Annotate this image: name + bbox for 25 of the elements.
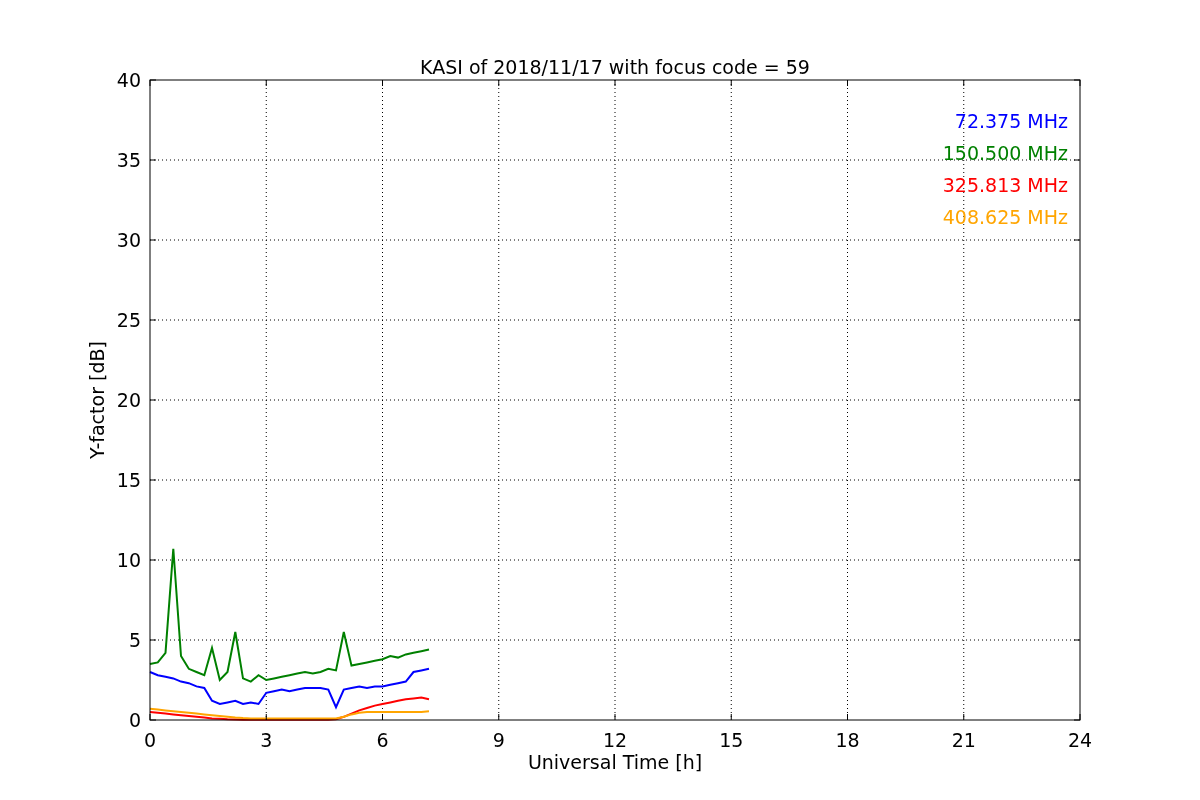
legend-label: 150.500 MHz bbox=[942, 142, 1068, 164]
tick-label: 6 bbox=[376, 729, 389, 751]
tick-label: 10 bbox=[116, 549, 141, 571]
tick-label: 18 bbox=[835, 729, 860, 751]
tick-label: 35 bbox=[116, 149, 141, 171]
tick-label: 15 bbox=[719, 729, 744, 751]
tick-label: 15 bbox=[116, 469, 141, 491]
tick-label: 21 bbox=[951, 729, 976, 751]
legend-label: 408.625 MHz bbox=[942, 206, 1068, 228]
legend-label: 72.375 MHz bbox=[954, 110, 1068, 132]
axis-label: Y-factor [dB] bbox=[86, 341, 108, 459]
tick-label: 5 bbox=[128, 629, 141, 651]
tick-label: 20 bbox=[116, 389, 141, 411]
chart-title: KASI of 2018/11/17 with focus code = 59 bbox=[420, 56, 810, 78]
tick-label: 0 bbox=[143, 729, 157, 751]
tick-label: 30 bbox=[116, 229, 141, 251]
tick-label: 9 bbox=[492, 729, 505, 751]
tick-label: 40 bbox=[116, 69, 141, 91]
legend-label: 325.813 MHz bbox=[942, 174, 1068, 196]
tick-label: 25 bbox=[116, 309, 141, 331]
tick-label: 0 bbox=[128, 709, 141, 731]
tick-label: 12 bbox=[602, 729, 628, 751]
tick-label: 3 bbox=[260, 729, 273, 751]
tick-label: 24 bbox=[1067, 729, 1093, 751]
axis-label: Universal Time [h] bbox=[527, 751, 703, 773]
